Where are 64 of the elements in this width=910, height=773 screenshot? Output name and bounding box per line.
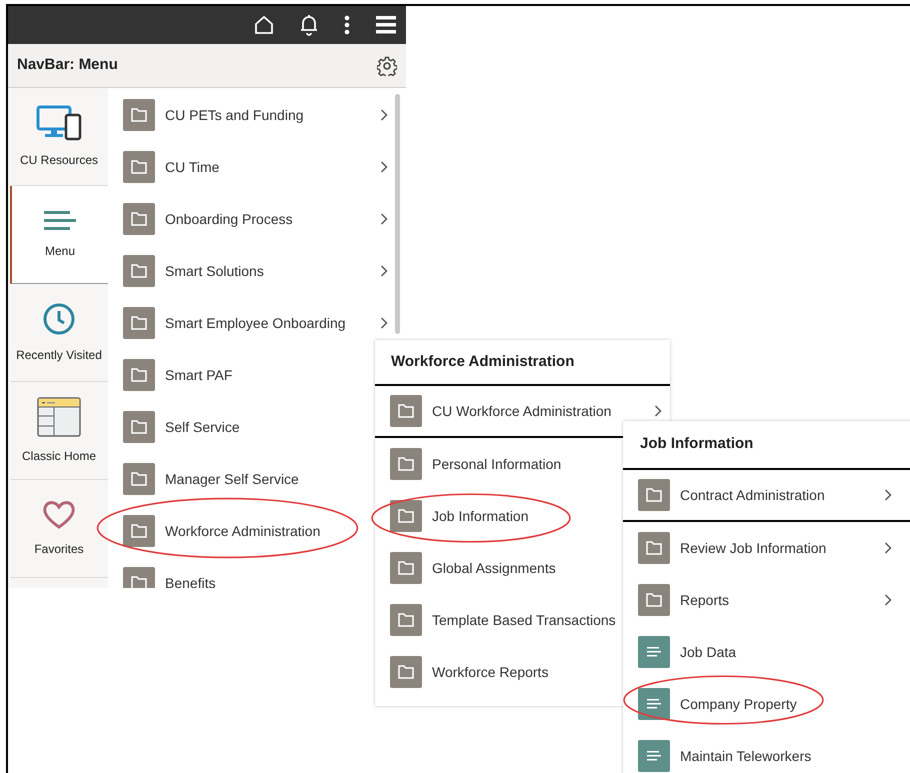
navbar-title: NavBar: Menu bbox=[17, 55, 118, 76]
chevron-right-icon bbox=[380, 109, 388, 121]
menu-item[interactable]: Onboarding Process bbox=[108, 193, 406, 245]
lines-icon bbox=[44, 210, 76, 232]
folder-icon bbox=[123, 203, 155, 235]
menu-item[interactable]: Self Service bbox=[108, 401, 374, 453]
folder-icon bbox=[123, 151, 155, 183]
settings-icon[interactable] bbox=[377, 56, 397, 76]
folder-icon bbox=[390, 656, 422, 688]
folder-icon bbox=[390, 395, 422, 427]
folder-icon bbox=[123, 307, 155, 339]
heart-icon bbox=[42, 500, 76, 530]
nav-tile[interactable]: Classic Home bbox=[10, 382, 108, 480]
chevron-right-icon bbox=[884, 594, 892, 606]
menu-item[interactable]: CU Time bbox=[108, 141, 406, 193]
menu-item[interactable]: Workforce Reports bbox=[375, 646, 622, 698]
menu-item[interactable]: Workforce Administration bbox=[108, 505, 374, 557]
submenu-title: Workforce Administration bbox=[375, 340, 670, 386]
document-icon bbox=[638, 636, 670, 668]
menu-item[interactable]: Personal Information bbox=[375, 438, 622, 490]
chevron-right-icon bbox=[884, 542, 892, 554]
folder-icon bbox=[123, 359, 155, 391]
folder-icon bbox=[390, 448, 422, 480]
menu-item[interactable]: Manager Self Service bbox=[108, 453, 374, 505]
folder-icon bbox=[390, 500, 422, 532]
menu-item[interactable]: Global Assignments bbox=[375, 542, 622, 594]
folder-icon bbox=[638, 532, 670, 564]
menu-item[interactable]: CU PETs and Funding bbox=[108, 89, 406, 141]
menu-item[interactable]: Job Information bbox=[375, 490, 622, 542]
menu-item[interactable]: Job Data bbox=[623, 626, 910, 678]
menu-item[interactable]: Benefits bbox=[108, 557, 374, 588]
menu-item[interactable]: Smart PAF bbox=[108, 349, 374, 401]
clock-icon bbox=[42, 302, 76, 336]
chevron-right-icon bbox=[380, 317, 388, 329]
home-icon[interactable] bbox=[254, 15, 274, 35]
folder-icon bbox=[390, 604, 422, 636]
scrollbar[interactable] bbox=[395, 94, 400, 334]
folder-icon bbox=[123, 515, 155, 547]
folder-icon bbox=[123, 99, 155, 131]
menu-item[interactable]: Review Job Information bbox=[623, 522, 910, 574]
more-options-icon[interactable] bbox=[344, 15, 350, 35]
chevron-right-icon bbox=[380, 161, 388, 173]
menu-icon[interactable] bbox=[376, 16, 396, 34]
folder-icon bbox=[123, 255, 155, 287]
menu-item[interactable]: Template Based Transactions bbox=[375, 594, 622, 646]
folder-icon bbox=[123, 463, 155, 495]
menu-item[interactable]: Company Property bbox=[623, 678, 910, 730]
layout-grid-icon bbox=[37, 396, 81, 436]
chevron-right-icon bbox=[884, 489, 892, 501]
folder-icon bbox=[638, 584, 670, 616]
folder-icon bbox=[123, 411, 155, 443]
menu-item[interactable]: Maintain Teleworkers bbox=[623, 730, 910, 773]
menu-item[interactable]: Contract Administration bbox=[623, 470, 910, 522]
document-icon bbox=[638, 688, 670, 720]
menu-item[interactable]: Reports bbox=[623, 574, 910, 626]
folder-icon bbox=[638, 479, 670, 511]
folder-icon bbox=[390, 552, 422, 584]
monitor-and-phone-icon bbox=[36, 104, 82, 140]
chevron-right-icon bbox=[380, 213, 388, 225]
chevron-right-icon bbox=[380, 265, 388, 277]
chevron-right-icon bbox=[654, 405, 662, 417]
nav-tile[interactable]: Menu bbox=[10, 186, 108, 284]
menu-item[interactable]: Smart Solutions bbox=[108, 245, 406, 297]
notification-bell-icon[interactable] bbox=[300, 14, 318, 36]
